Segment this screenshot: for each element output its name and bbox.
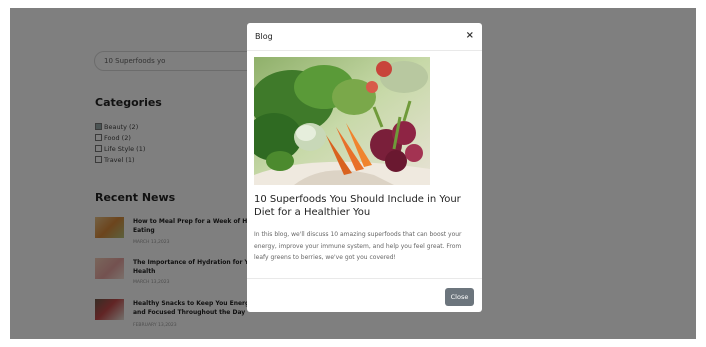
vegetable-basket-image (254, 57, 430, 185)
modal-header: Blog × (247, 23, 482, 51)
vegetable-basket-icon (254, 57, 430, 185)
modal-blog-text: In this blog, we'll discuss 10 amazing s… (254, 231, 462, 261)
close-icon[interactable]: × (466, 30, 474, 41)
modal-blog-heading: 10 Superfoods You Should Include in Your… (254, 194, 461, 218)
modal-title: Blog (255, 32, 273, 41)
close-button[interactable]: Close (445, 288, 474, 306)
modal-footer: Close (247, 278, 482, 312)
blog-modal: Blog × 10 Superfoods You Should Include … (247, 23, 482, 312)
